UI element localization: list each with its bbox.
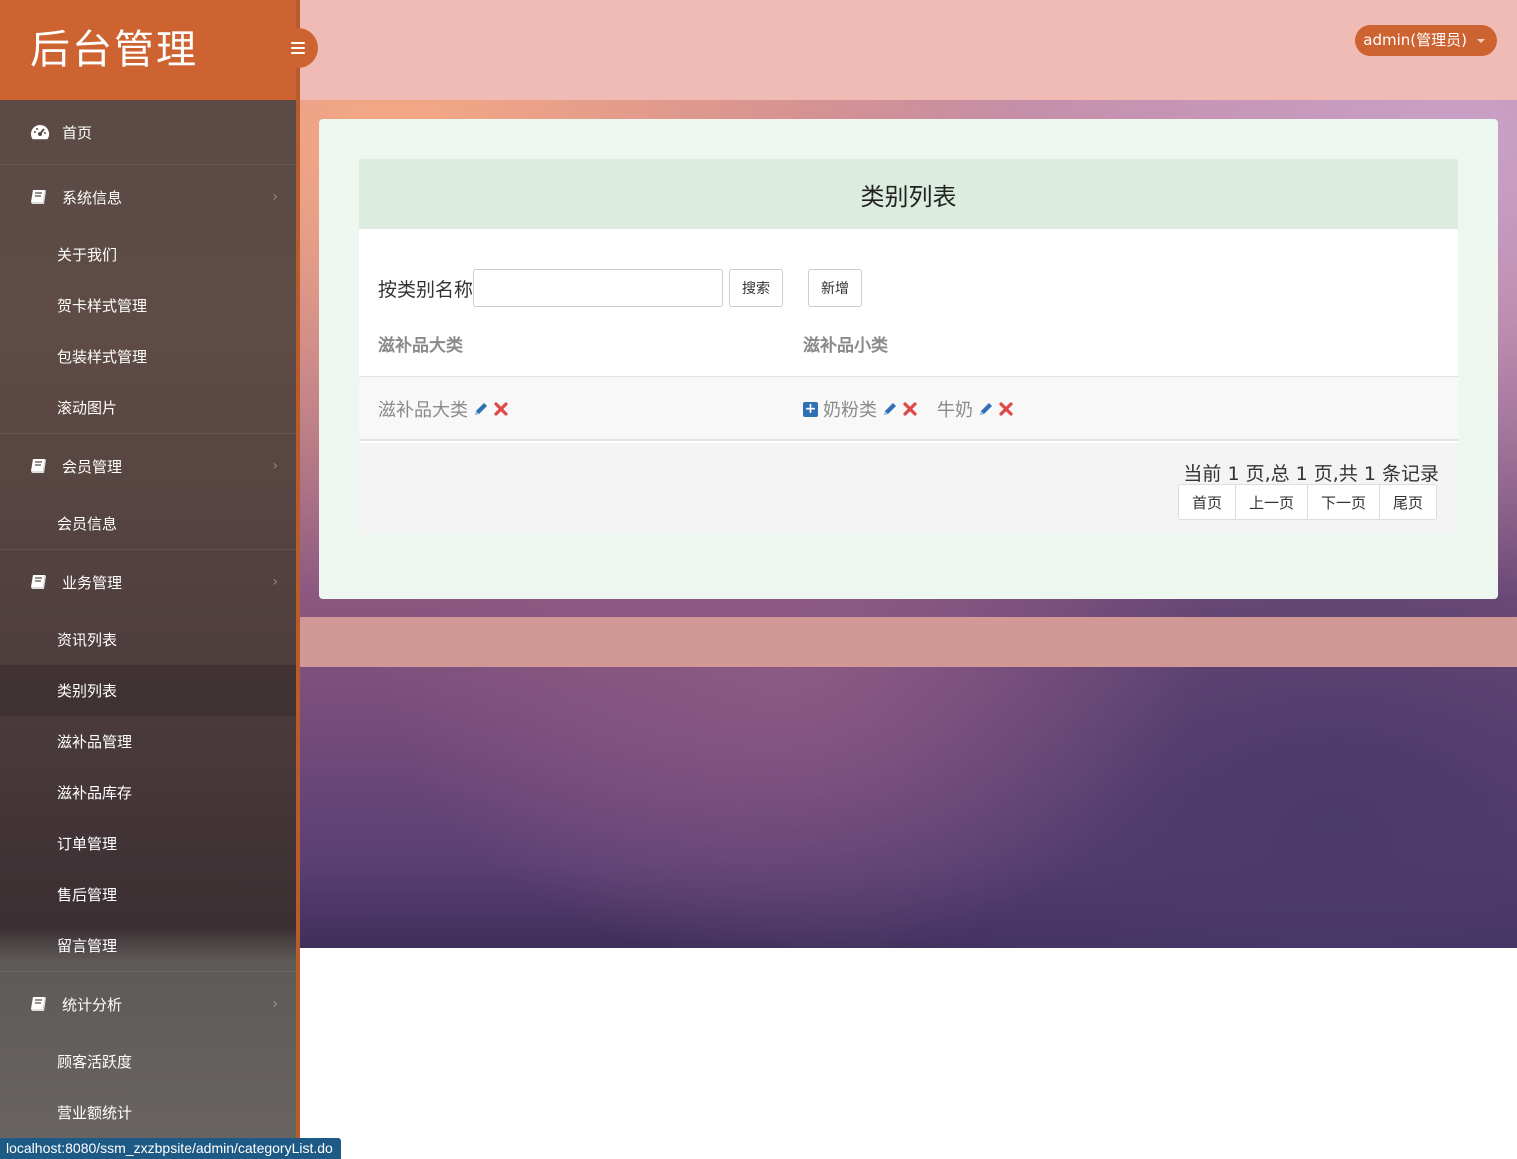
sidebar-section-members[interactable]: 会员管理 › xyxy=(0,434,296,498)
sidebar-item-revenue[interactable]: 营业额统计 xyxy=(0,1087,296,1138)
sidebar-item-label: 首页 xyxy=(62,123,93,142)
sidebar-item-label: 顾客活跃度 xyxy=(57,1053,133,1071)
chevron-right-icon: › xyxy=(272,189,278,205)
book-icon xyxy=(30,189,52,205)
page-info: 当前 1 页,总 1 页,共 1 条记录 xyxy=(1183,463,1439,485)
sidebar-item-label: 留言管理 xyxy=(57,937,118,955)
sidebar-item-label: 关于我们 xyxy=(57,246,118,264)
sidebar-item-product[interactable]: 滋补品管理 xyxy=(0,716,296,767)
minor-category-name: 牛奶 xyxy=(937,400,973,421)
sidebar-section-system[interactable]: 系统信息 › xyxy=(0,165,296,229)
sidebar-item-label: 包装样式管理 xyxy=(57,348,148,366)
sidebar-item-label: 资讯列表 xyxy=(57,631,118,649)
user-menu-button[interactable]: admin(管理员) xyxy=(1355,25,1497,56)
book-icon xyxy=(30,458,52,474)
pencil-icon[interactable] xyxy=(473,401,489,417)
sidebar-item-package-style[interactable]: 包装样式管理 xyxy=(0,331,296,382)
sidebar-item-label: 类别列表 xyxy=(57,682,118,700)
sidebar-item-label: 贺卡样式管理 xyxy=(57,297,148,315)
category-name-input[interactable] xyxy=(473,269,724,307)
sidebar-item-messages[interactable]: 留言管理 xyxy=(0,920,296,971)
sidebar-item-carousel[interactable]: 滚动图片 xyxy=(0,382,296,433)
sidebar-item-label: 营业额统计 xyxy=(57,1104,133,1122)
category-card: 类别列表 按类别名称 搜索 新增 滋补品大类 滋补品小类 滋补品大类 + 奶粉类… xyxy=(359,159,1458,534)
dashboard-icon xyxy=(30,124,52,140)
minor-category-name: 奶粉类 xyxy=(823,400,877,421)
sidebar-item-after-sales[interactable]: 售后管理 xyxy=(0,869,296,920)
sidebar-section-stats[interactable]: 统计分析 › xyxy=(0,972,296,1036)
sidebar-item-label: 滋补品管理 xyxy=(57,733,133,751)
pagination: 首页 上一页 下一页 尾页 xyxy=(1177,484,1437,520)
sidebar-item-category-list[interactable]: 类别列表 xyxy=(0,665,296,716)
browser-status-url: localhost:8080/ssm_zxzbpsite/admin/categ… xyxy=(0,1138,341,1159)
sidebar-item-label: 滋补品库存 xyxy=(57,784,133,802)
delete-icon[interactable] xyxy=(494,402,508,416)
sidebar: 后台管理 首页 系统信息 › 关于我们 贺卡样式管理 包装样式管理 滚动图片 会… xyxy=(0,0,300,1159)
user-label: admin(管理员) xyxy=(1363,31,1467,49)
sidebar-item-label: 售后管理 xyxy=(57,886,118,904)
menu-icon xyxy=(291,42,305,54)
delete-icon[interactable] xyxy=(903,402,917,416)
sidebar-section-label: 系统信息 xyxy=(62,188,123,207)
sidebar-section-label: 会员管理 xyxy=(62,457,123,476)
prev-page-button[interactable]: 上一页 xyxy=(1234,484,1308,520)
sidebar-item-member-info[interactable]: 会员信息 xyxy=(0,498,296,549)
major-category-name: 滋补品大类 xyxy=(378,400,468,421)
minor-category-cell: + 奶粉类 牛奶 xyxy=(803,377,1013,441)
search-button[interactable]: 搜索 xyxy=(729,269,784,307)
next-page-button[interactable]: 下一页 xyxy=(1306,484,1380,520)
pencil-icon[interactable] xyxy=(978,401,994,417)
sidebar-item-label: 滚动图片 xyxy=(57,399,118,417)
brand-title: 后台管理 xyxy=(0,0,296,100)
book-icon xyxy=(30,574,52,590)
sidebar-item-stock[interactable]: 滋补品库存 xyxy=(0,767,296,818)
chevron-right-icon: › xyxy=(272,458,278,474)
chevron-right-icon: › xyxy=(272,574,278,590)
pencil-icon[interactable] xyxy=(882,401,898,417)
add-button[interactable]: 新增 xyxy=(808,269,863,307)
sidebar-section-business[interactable]: 业务管理 › xyxy=(0,550,296,614)
plus-square-icon[interactable]: + xyxy=(803,401,818,417)
table-row: 滋补品大类 + 奶粉类 牛奶 xyxy=(359,377,1458,441)
search-row: 按类别名称 搜索 新增 xyxy=(378,269,863,307)
pagination-area: 当前 1 页,总 1 页,共 1 条记录 首页 上一页 下一页 尾页 xyxy=(359,443,1458,534)
page-title: 类别列表 xyxy=(359,159,1458,229)
top-header: admin(管理员) xyxy=(300,0,1517,100)
last-page-button[interactable]: 尾页 xyxy=(1378,484,1437,520)
caret-down-icon xyxy=(1477,39,1485,43)
chevron-right-icon: › xyxy=(272,996,278,1012)
sidebar-item-card-style[interactable]: 贺卡样式管理 xyxy=(0,280,296,331)
sidebar-item-about[interactable]: 关于我们 xyxy=(0,229,296,280)
content-panel: 类别列表 按类别名称 搜索 新增 滋补品大类 滋补品小类 滋补品大类 + 奶粉类… xyxy=(319,119,1498,599)
delete-icon[interactable] xyxy=(999,402,1013,416)
background-band xyxy=(300,617,1517,667)
major-category-cell: 滋补品大类 xyxy=(378,377,508,441)
sidebar-section-label: 统计分析 xyxy=(62,995,123,1014)
table-header: 滋补品大类 滋补品小类 xyxy=(359,334,1458,377)
first-page-button[interactable]: 首页 xyxy=(1177,484,1236,520)
sidebar-item-activity[interactable]: 顾客活跃度 xyxy=(0,1036,296,1087)
sidebar-item-home[interactable]: 首页 xyxy=(0,100,296,164)
sidebar-item-news[interactable]: 资讯列表 xyxy=(0,614,296,665)
sidebar-section-label: 业务管理 xyxy=(62,573,123,592)
book-icon xyxy=(30,996,52,1012)
sidebar-item-label: 会员信息 xyxy=(57,515,118,533)
column-header-minor: 滋补品小类 xyxy=(803,336,888,356)
sidebar-toggle-button[interactable] xyxy=(278,28,318,68)
sidebar-item-orders[interactable]: 订单管理 xyxy=(0,818,296,869)
sidebar-item-label: 订单管理 xyxy=(57,835,118,853)
search-label: 按类别名称 xyxy=(378,278,474,301)
column-header-major: 滋补品大类 xyxy=(378,336,463,356)
